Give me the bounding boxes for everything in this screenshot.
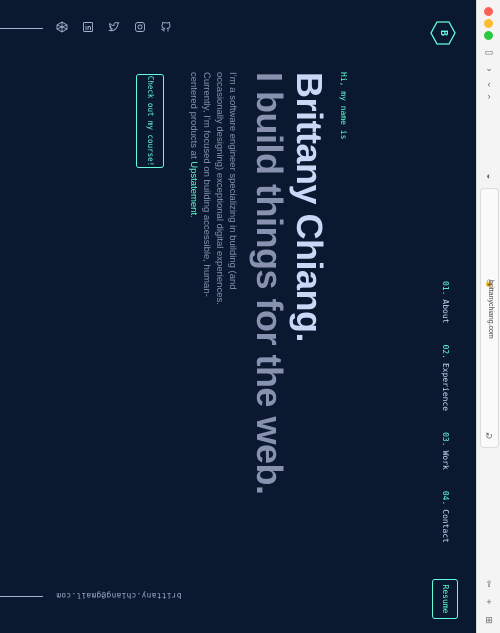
tab-overview-icon[interactable]: ⊞ (483, 614, 495, 626)
nav-label: Work (441, 450, 450, 470)
nav-label: Experience (441, 362, 450, 412)
browser-toolbar: ▭ ⌄ ‹ › ◐ 🔒 brittanychiang.com ↻ ⇪ + ⊞ (476, 0, 500, 633)
nav-number: 02. (441, 344, 450, 359)
twitter-icon[interactable] (107, 20, 120, 32)
nav-number: 03. (441, 432, 450, 447)
social-links (56, 20, 172, 33)
hero-name: Brittany Chiang. (289, 72, 330, 343)
share-icon[interactable]: ⇪ (483, 578, 495, 590)
rotated-content: B 01. About 02. Experience 03. Work 04. Cont… (0, 0, 476, 633)
close-window-button[interactable] (484, 7, 493, 16)
hero-description: I’m a software engineer specializing in … (187, 72, 239, 332)
nav-label: About (441, 299, 450, 324)
nav-item-contact[interactable]: 04. Contact (441, 491, 450, 543)
instagram-icon[interactable] (134, 20, 146, 32)
logo[interactable]: B (430, 20, 456, 46)
upstatement-link[interactable]: Upstatement (188, 161, 199, 215)
nav-number: 04. (441, 490, 450, 506)
email-line (0, 596, 43, 597)
main-nav: 01. About 02. Experience 03. Work 04. Contac… (441, 281, 450, 543)
new-tab-icon[interactable]: + (483, 596, 495, 608)
social-line (0, 28, 43, 29)
linkedin-icon[interactable] (82, 20, 94, 32)
nav-label: Contact (441, 509, 450, 543)
course-button[interactable]: Check out my course! (136, 74, 164, 168)
logo-letter: B (438, 29, 449, 37)
resume-button[interactable]: Resume (432, 579, 458, 619)
back-arrow-icon[interactable]: ‹ (483, 78, 495, 90)
email-link[interactable]: brittany.chiang@gmail.com (56, 591, 181, 600)
chevron-down-icon[interactable]: ⌄ (483, 62, 495, 74)
nav-item-experience[interactable]: 02. Experience (441, 344, 450, 411)
url-text[interactable]: brittanychiang.com (487, 280, 494, 339)
website-viewport: B 01. About 02. Experience 03. Work 04. Cont… (0, 0, 476, 633)
sidebar-toggle-icon[interactable]: ▭ (483, 46, 495, 58)
nav-item-work[interactable]: 03. Work (441, 432, 450, 470)
desc-end: . (188, 215, 199, 218)
shield-icon[interactable]: ◐ (483, 170, 495, 182)
forward-arrow-icon[interactable]: › (483, 90, 495, 102)
reload-icon[interactable]: ↻ (483, 430, 495, 442)
zoom-window-button[interactable] (484, 31, 493, 40)
codepen-icon[interactable] (56, 20, 68, 33)
github-icon[interactable] (160, 20, 172, 32)
hero-tagline: I build things for the web. (249, 72, 290, 495)
minimize-window-button[interactable] (484, 19, 493, 28)
hero-section: Hi, my name is Brittany Chiang. I build … (187, 72, 348, 542)
hero-greeting: Hi, my name is (339, 72, 348, 140)
nav-number: 01. (441, 280, 450, 296)
nav-item-about[interactable]: 01. About (441, 281, 450, 324)
